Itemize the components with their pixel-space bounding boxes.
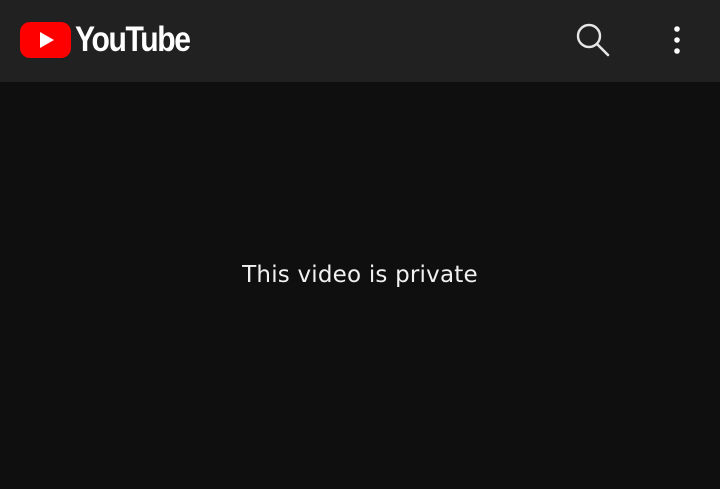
search-button[interactable] bbox=[570, 17, 616, 63]
youtube-logo[interactable]: YouTube bbox=[20, 22, 208, 58]
more-vertical-icon bbox=[674, 26, 680, 54]
search-icon bbox=[576, 23, 610, 57]
more-options-button[interactable] bbox=[654, 17, 700, 63]
youtube-play-icon bbox=[20, 22, 71, 58]
logo-wordmark: YouTube bbox=[75, 20, 191, 59]
video-player[interactable]: This video is private bbox=[0, 82, 720, 489]
private-video-message: This video is private bbox=[242, 262, 478, 288]
top-app-bar: YouTube bbox=[0, 0, 720, 82]
app-root: YouTube This video is private bbox=[0, 0, 720, 489]
